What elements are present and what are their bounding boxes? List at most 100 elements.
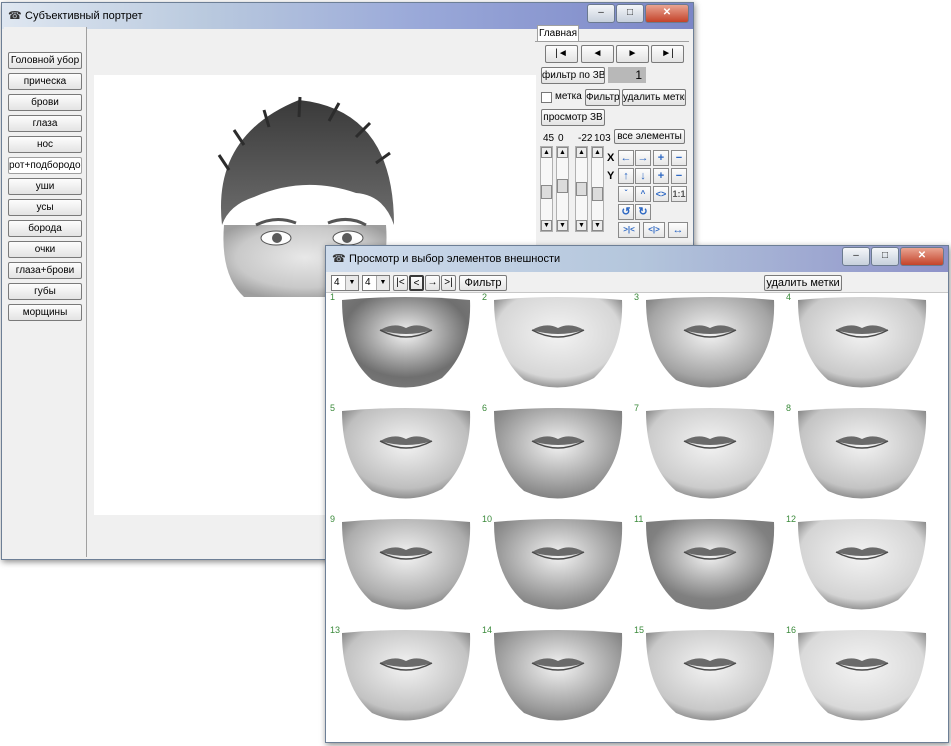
browser-window-title: Просмотр и выбор элементов внешности (349, 253, 561, 265)
browser-last-button[interactable]: >| (441, 275, 456, 291)
cell-number: 3 (634, 292, 640, 302)
grid-cell[interactable]: 15 (634, 625, 786, 733)
slider-1-thumb[interactable] (541, 185, 552, 199)
grid-cell[interactable]: 13 (330, 625, 482, 733)
view-zv-button[interactable]: просмотр ЗВ (541, 109, 605, 126)
cell-number: 7 (634, 403, 640, 413)
slider-1-down[interactable]: ▼ (541, 220, 552, 231)
minimize-button[interactable]: ‒ (587, 4, 615, 23)
sidebar-item-2[interactable]: брови (8, 94, 82, 111)
grid-cell[interactable]: 2 (482, 292, 634, 400)
sidebar-item-6[interactable]: уши (8, 178, 82, 195)
sidebar-item-0[interactable]: Головной убор (8, 52, 82, 69)
browser-prev-button[interactable]: < (409, 275, 424, 291)
grid-cell[interactable]: 9 (330, 514, 482, 622)
slider-3-down[interactable]: ▼ (576, 220, 587, 231)
sidebar-item-3[interactable]: глаза (8, 115, 82, 132)
sidebar-item-label: губы (34, 286, 56, 297)
rotate-right-icon[interactable]: ↻ (635, 204, 651, 220)
mouth-chin-image (494, 630, 623, 721)
browser-delete-marks-button[interactable]: удалить метки (764, 275, 842, 291)
close-button[interactable]: ✕ (645, 4, 689, 23)
sidebar-item-8[interactable]: борода (8, 220, 82, 237)
mark-checkbox[interactable] (541, 92, 552, 103)
ratio-label: 1:1 (672, 189, 686, 199)
slider-4-thumb[interactable] (592, 187, 603, 201)
sidebar-item-11[interactable]: губы (8, 283, 82, 300)
grid-cell[interactable]: 3 (634, 292, 786, 400)
grid-cell[interactable]: 12 (786, 514, 938, 622)
slider-2-down[interactable]: ▼ (557, 220, 568, 231)
minus-y-icon[interactable]: − (671, 168, 687, 184)
grid-cell[interactable]: 8 (786, 403, 938, 511)
filter-button[interactable]: Фильтр (585, 89, 620, 106)
stretch-icon[interactable]: <> (653, 186, 669, 202)
slider-2-thumb[interactable] (557, 179, 568, 193)
browser-titlebar[interactable]: ☎ Просмотр и выбор элементов внешности ‒… (326, 246, 948, 272)
all-elements-label: все элементы (617, 131, 682, 142)
sidebar-item-10[interactable]: глаза+брови (8, 262, 82, 279)
rotate-left-icon[interactable]: ↺ (618, 204, 634, 220)
rows-select[interactable]: 4 ▼ (362, 275, 390, 291)
cell-number: 13 (330, 625, 341, 635)
filter-zv-value: 1 (608, 67, 646, 83)
move-left-icon[interactable]: ← (618, 150, 634, 166)
slider-2-up[interactable]: ▲ (557, 147, 568, 158)
last-button[interactable]: ►| (651, 45, 684, 63)
grid-cell[interactable]: 7 (634, 403, 786, 511)
move-right-icon[interactable]: → (635, 150, 651, 166)
browser-close-button[interactable]: ✕ (900, 247, 944, 266)
move-up-icon[interactable]: ↑ (618, 168, 634, 184)
browser-filter-button[interactable]: Фильтр (459, 275, 507, 291)
sidebar-item-12[interactable]: морщины (8, 304, 82, 321)
plus-x-icon[interactable]: + (653, 150, 669, 166)
grid-cell[interactable]: 11 (634, 514, 786, 622)
tab-main[interactable]: Главная (537, 25, 579, 42)
grid-cell[interactable]: 14 (482, 625, 634, 733)
mouth-chin-image (494, 408, 623, 499)
sidebar-item-1[interactable]: прическа (8, 73, 82, 90)
cell-number: 16 (786, 625, 797, 635)
sidebar-item-9[interactable]: очки (8, 241, 82, 258)
expand-icon[interactable]: ↔ (668, 222, 688, 238)
sidebar-item-5[interactable]: рот+подбородок (8, 157, 82, 174)
tilt-up-icon[interactable]: ^ (635, 186, 651, 202)
grid-cell[interactable]: 1 (330, 292, 482, 400)
browser-window: ☎ Просмотр и выбор элементов внешности ‒… (325, 245, 949, 743)
mouth-chin-image (342, 630, 471, 721)
browser-minimize-button[interactable]: ‒ (842, 247, 870, 266)
slider-3-thumb[interactable] (576, 182, 587, 196)
narrow-icon[interactable]: >|< (618, 222, 640, 238)
tilt-down-icon[interactable]: ˇ (618, 186, 634, 202)
browser-first-button[interactable]: |< (393, 275, 408, 291)
slider-4-down[interactable]: ▼ (592, 220, 603, 231)
grid-cell[interactable]: 10 (482, 514, 634, 622)
sidebar-item-7[interactable]: усы (8, 199, 82, 216)
maximize-button[interactable]: □ (616, 4, 644, 23)
grid-cell[interactable]: 16 (786, 625, 938, 733)
ratio-button[interactable]: 1:1 (671, 186, 687, 202)
first-button[interactable]: |◄ (545, 45, 578, 63)
sidebar-item-4[interactable]: нос (8, 136, 82, 153)
plus-y-icon[interactable]: + (653, 168, 669, 184)
widen-icon[interactable]: <|> (643, 222, 665, 238)
next-button[interactable]: ► (616, 45, 649, 63)
delete-marks-button[interactable]: удалить метки (622, 89, 686, 106)
main-titlebar[interactable]: ☎ Субъективный портрет ‒ □ ✕ (2, 3, 693, 29)
main-window-title: Субъективный портрет (25, 10, 143, 22)
browser-next-button[interactable]: → (425, 275, 440, 291)
slider-3-up[interactable]: ▲ (576, 147, 587, 158)
all-elements-button[interactable]: все элементы (614, 129, 685, 144)
slider-4-up[interactable]: ▲ (592, 147, 603, 158)
filter-zv-button[interactable]: фильтр по ЗВ (541, 67, 605, 84)
columns-select[interactable]: 4 ▼ (331, 275, 359, 291)
grid-cell[interactable]: 5 (330, 403, 482, 511)
grid-cell[interactable]: 6 (482, 403, 634, 511)
minus-x-icon[interactable]: − (671, 150, 687, 166)
cell-number: 10 (482, 514, 493, 524)
grid-cell[interactable]: 4 (786, 292, 938, 400)
move-down-icon[interactable]: ↓ (635, 168, 651, 184)
prev-button[interactable]: ◄ (581, 45, 614, 63)
browser-maximize-button[interactable]: □ (871, 247, 899, 266)
slider-1-up[interactable]: ▲ (541, 147, 552, 158)
